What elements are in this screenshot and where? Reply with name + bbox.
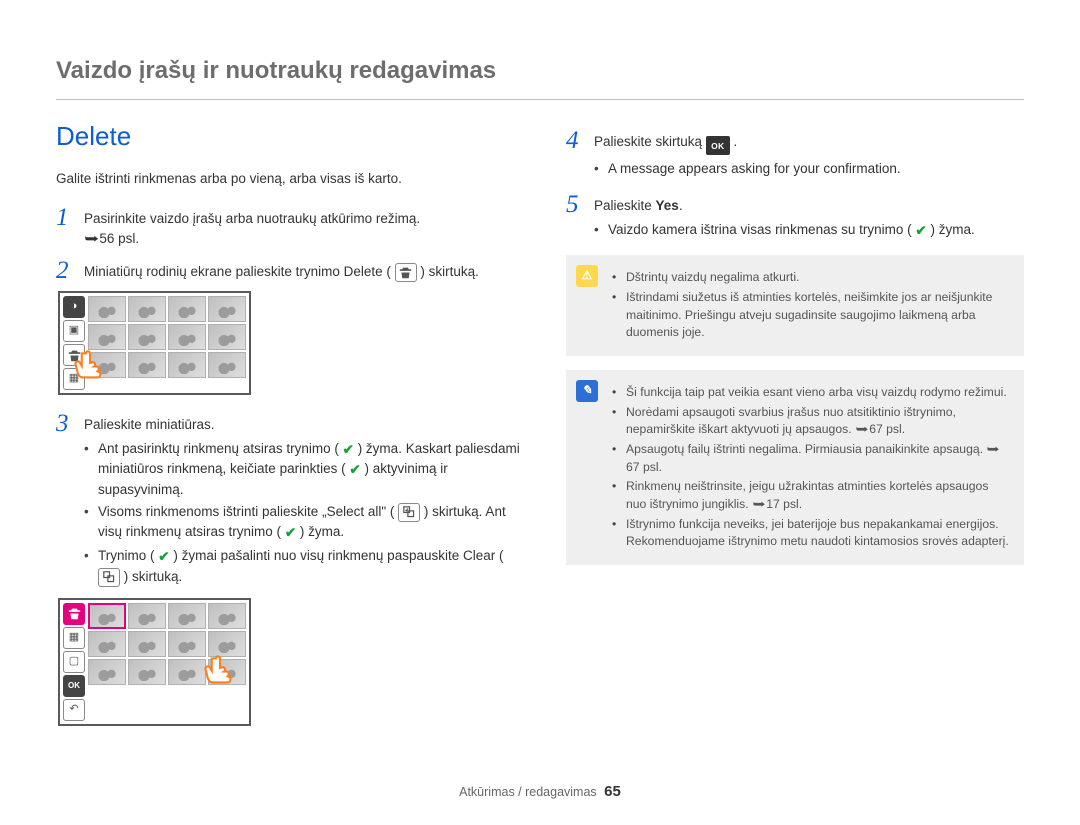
- warning-notice: ⚠ Dštrintų vaizdų negalima atkurti. Ištr…: [566, 255, 1024, 356]
- arrow-icon: ➥: [987, 441, 1000, 459]
- check-icon: ✔: [158, 547, 169, 567]
- page-ref: 56 psl.: [99, 231, 139, 246]
- step-body: Palieskite skirtuką OK . A message appea…: [594, 128, 1024, 182]
- page-number: 65: [604, 783, 621, 800]
- step-number: 4: [566, 128, 584, 182]
- bullet-item: Ši funkcija taip pat veikia esant vieno …: [612, 384, 1010, 402]
- bullet-list: A message appears asking for your confir…: [594, 159, 1024, 179]
- bullet-item: Norėdami apsaugoti svarbius įrašus nuo a…: [612, 404, 1010, 439]
- intro-text: Galite ištrinti rinkmenas arba po vieną,…: [56, 169, 526, 189]
- bullet-item: Ant pasirinktų rinkmenų atsiras trynimo …: [84, 439, 526, 500]
- column-left: Delete Galite ištrinti rinkmenas arba po…: [56, 118, 526, 742]
- page-footer: Atkūrimas / redagavimas 65: [0, 781, 1080, 803]
- bullet-item: Apsaugotų failų ištrinti negalima. Pirmi…: [612, 441, 1010, 476]
- divider: [56, 99, 1024, 100]
- step-body: Palieskite miniatiūras. Ant pasirinktų r…: [84, 411, 526, 589]
- two-column-layout: Delete Galite ištrinti rinkmenas arba po…: [56, 118, 1024, 742]
- thumbnail-screenshot-2: ▦ ▢ OK ↶: [58, 598, 526, 726]
- check-icon: ✔: [915, 221, 926, 241]
- side-grid-icon: ▦: [63, 368, 85, 390]
- bullet-item: Vaizdo kamera ištrina visas rinkmenas su…: [594, 220, 1024, 241]
- bullet-item: Dštrintų vaizdų negalima atkurti.: [612, 269, 1010, 287]
- step-number: 2: [56, 258, 74, 283]
- step-text: ) skirtuką.: [420, 264, 479, 279]
- warning-icon: ⚠: [576, 265, 598, 287]
- step-number: 3: [56, 411, 74, 589]
- bullet-list: Ant pasirinktų rinkmenų atsiras trynimo …: [84, 439, 526, 587]
- side-trash-icon: [63, 344, 85, 366]
- clear-icon: [98, 568, 120, 587]
- ok-button-icon: OK: [706, 136, 730, 155]
- step-text: Pasirinkite vaizdo įrašų arba nuotraukų …: [84, 211, 420, 226]
- check-icon: ✔: [285, 523, 296, 543]
- side-toggle-icon: ◑: [63, 296, 85, 318]
- bullet-item: A message appears asking for your confir…: [594, 159, 1024, 179]
- side-ok-icon: OK: [63, 675, 85, 697]
- step-2: 2 Miniatiūrų rodinių ekrane palieskite t…: [56, 258, 526, 283]
- info-icon: ✎: [576, 380, 598, 402]
- thumbnail-screenshot-1: ◑ ▣ ▦: [58, 291, 526, 395]
- step-5: 5 Palieskite Yes. Vaizdo kamera ištrina …: [566, 192, 1024, 243]
- side-back-icon: ↶: [63, 699, 85, 721]
- side-film-icon: ▣: [63, 320, 85, 342]
- step-4: 4 Palieskite skirtuką OK . A message app…: [566, 128, 1024, 182]
- bullet-item: Visoms rinkmenoms ištrinti palieskite „S…: [84, 502, 526, 543]
- check-icon: ✔: [343, 440, 354, 460]
- thumbnail-grid: [88, 603, 246, 721]
- arrow-icon: ➥: [855, 421, 868, 439]
- section-title: Delete: [56, 118, 526, 156]
- bullet-list: Dštrintų vaizdų negalima atkurti. Ištrin…: [612, 269, 1010, 342]
- check-icon: ✔: [349, 460, 360, 480]
- bullet-item: Ištrynimo funkcija neveiks, jei baterijo…: [612, 516, 1010, 551]
- side-trash-icon: [63, 603, 85, 625]
- step-1: 1 Pasirinkite vaizdo įrašų arba nuotrauk…: [56, 205, 526, 248]
- select-all-icon: [398, 503, 420, 522]
- step-number: 5: [566, 192, 584, 243]
- bullet-item: Trynimo ( ✔ ) žymai pašalinti nuo visų r…: [84, 546, 526, 587]
- manual-page: Vaizdo įrašų ir nuotraukų redagavimas De…: [0, 0, 1080, 825]
- step-title: Palieskite miniatiūras.: [84, 417, 215, 432]
- step-number: 1: [56, 205, 74, 248]
- footer-section: Atkūrimas / redagavimas: [459, 785, 597, 799]
- step-body: Miniatiūrų rodinių ekrane palieskite try…: [84, 258, 526, 283]
- arrow-icon: ➥: [84, 229, 99, 249]
- bullet-list: Vaizdo kamera ištrina visas rinkmenas su…: [594, 220, 1024, 241]
- bullet-item: Ištrindami siužetus iš atminties kortelė…: [612, 289, 1010, 342]
- yes-label: Yes: [656, 198, 679, 213]
- step-body: Palieskite Yes. Vaizdo kamera ištrina vi…: [594, 192, 1024, 243]
- step-text: Miniatiūrų rodinių ekrane palieskite try…: [84, 264, 391, 279]
- step-title: Palieskite skirtuką: [594, 134, 706, 149]
- bullet-item: Rinkmenų neištrinsite, jeigu užrakintas …: [612, 478, 1010, 513]
- chapter-title: Vaizdo įrašų ir nuotraukų redagavimas: [56, 54, 1024, 89]
- step-body: Pasirinkite vaizdo įrašų arba nuotraukų …: [84, 205, 526, 248]
- info-notice: ✎ Ši funkcija taip pat veikia esant vien…: [566, 370, 1024, 565]
- bullet-list: Ši funkcija taip pat veikia esant vieno …: [612, 384, 1010, 551]
- trash-icon: [395, 263, 417, 282]
- arrow-icon: ➥: [752, 496, 765, 514]
- side-clear-icon: ▢: [63, 651, 85, 673]
- thumbnail-grid: [88, 296, 246, 390]
- column-right: 4 Palieskite skirtuką OK . A message app…: [566, 118, 1024, 742]
- step-3: 3 Palieskite miniatiūras. Ant pasirinktų…: [56, 411, 526, 589]
- step-title: Palieskite: [594, 198, 656, 213]
- side-select-all-icon: ▦: [63, 627, 85, 649]
